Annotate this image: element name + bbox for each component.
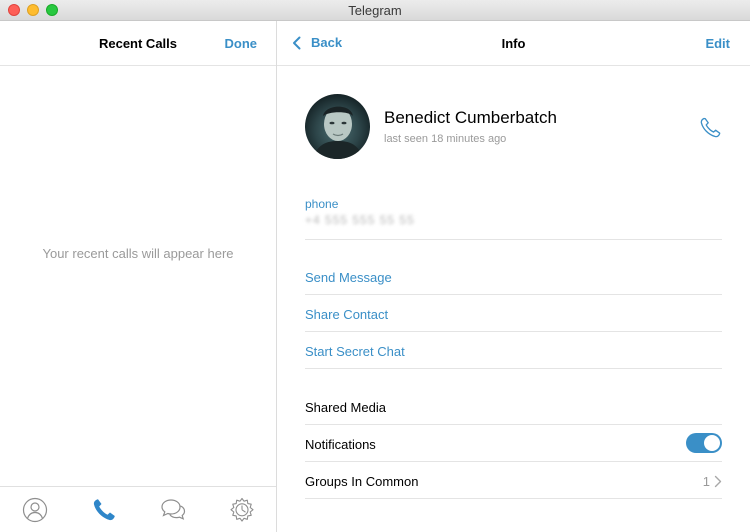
edit-button[interactable]: Edit (705, 36, 730, 51)
share-contact-button[interactable]: Share Contact (305, 307, 388, 322)
notifications-label: Notifications (305, 437, 376, 452)
tab-contacts[interactable] (21, 496, 49, 524)
divider (305, 424, 722, 425)
recent-calls-pane: Recent Calls Done Your recent calls will… (0, 21, 277, 532)
bottom-tab-bar (0, 486, 276, 532)
toggle-knob (704, 435, 720, 451)
call-button[interactable] (698, 116, 722, 140)
empty-calls-message: Your recent calls will appear here (42, 246, 234, 261)
divider (305, 239, 722, 240)
phone-label: phone (305, 197, 339, 211)
divider (305, 331, 722, 332)
phone-icon (93, 499, 115, 521)
divider (305, 368, 722, 369)
avatar-photo (313, 106, 363, 159)
notifications-toggle[interactable] (686, 433, 722, 453)
recent-calls-header: Recent Calls Done (0, 21, 276, 66)
tab-calls[interactable] (90, 496, 118, 524)
info-header: Back Info Edit (277, 21, 750, 66)
divider (305, 461, 722, 462)
info-title: Info (501, 36, 526, 51)
groups-in-common-item[interactable]: Groups In Common (305, 474, 418, 489)
groups-in-common-count: 1 (702, 474, 710, 489)
shared-media-item[interactable]: Shared Media (305, 400, 386, 415)
divider (305, 294, 722, 295)
tab-settings[interactable] (228, 496, 256, 524)
done-button[interactable]: Done (225, 36, 258, 51)
phone-number-value[interactable]: +4 555 555 55 55 (305, 213, 423, 229)
contact-avatar[interactable] (305, 94, 370, 159)
divider (305, 498, 722, 499)
chats-icon (161, 499, 186, 520)
contact-info-pane: Back Info Edit Benedict Cumberbatch last… (277, 21, 750, 532)
contacts-icon (22, 497, 48, 523)
settings-icon (230, 497, 254, 522)
last-seen-status: last seen 18 minutes ago (384, 133, 507, 145)
window-title: Telegram (348, 3, 402, 18)
chevron-right-icon (714, 475, 722, 488)
phone-icon (700, 117, 721, 138)
send-message-button[interactable]: Send Message (305, 270, 392, 285)
contact-name: Benedict Cumberbatch (384, 108, 557, 127)
start-secret-chat-button[interactable]: Start Secret Chat (305, 344, 405, 359)
window-titlebar: Telegram (0, 0, 750, 21)
tab-chats[interactable] (159, 496, 187, 524)
